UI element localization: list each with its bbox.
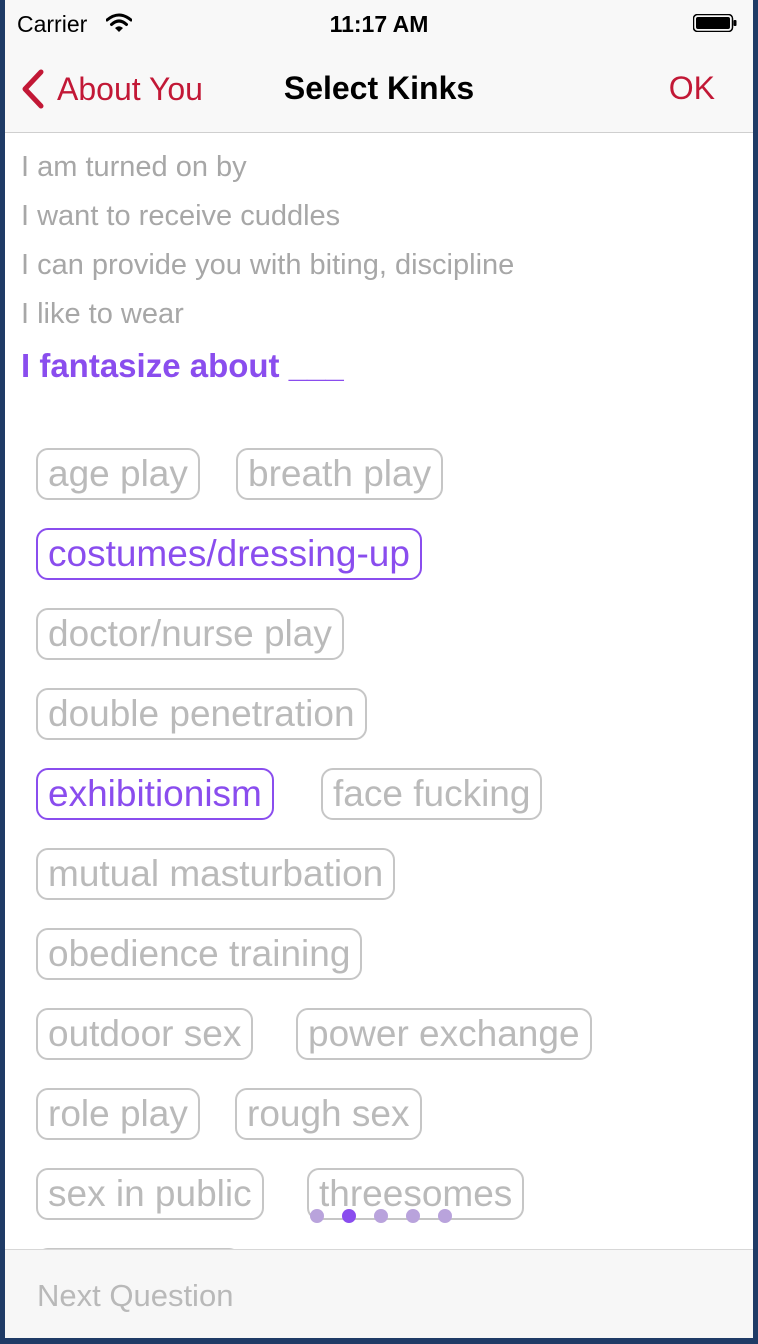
tag-age-play[interactable]: age play xyxy=(36,448,200,500)
prompt-turned-on[interactable]: I am turned on by xyxy=(21,146,741,195)
next-question-button[interactable]: Next Question xyxy=(37,1278,233,1314)
prompt-provide[interactable]: I can provide you with biting, disciplin… xyxy=(21,244,741,293)
prompt-list: I am turned on by I want to receive cudd… xyxy=(21,146,741,388)
page-indicator[interactable] xyxy=(310,1209,452,1223)
prompt-receive[interactable]: I want to receive cuddles xyxy=(21,195,741,244)
prompt-fantasize-active[interactable]: I fantasize about ___ xyxy=(21,344,741,388)
back-button-label: About You xyxy=(57,70,203,107)
tag-obedience-training[interactable]: obedience training xyxy=(36,928,363,980)
tag-face-fucking[interactable]: face fucking xyxy=(321,768,543,820)
tag-exhibitionism[interactable]: exhibitionism xyxy=(36,768,274,820)
page-dot xyxy=(310,1209,324,1223)
tag-doctor-nurse-play[interactable]: doctor/nurse play xyxy=(36,608,344,660)
tag-outdoor-sex[interactable]: outdoor sex xyxy=(36,1008,254,1060)
tag-breath-play[interactable]: breath play xyxy=(236,448,444,500)
navigation-bar: About You Select Kinks OK xyxy=(5,46,753,133)
bottom-bar: Next Question xyxy=(5,1249,753,1338)
status-bar: Carrier 11:17 AM xyxy=(5,0,753,46)
tag-costumes-dressing-up[interactable]: costumes/dressing-up xyxy=(36,528,422,580)
page-dot xyxy=(406,1209,420,1223)
chevron-left-icon xyxy=(22,69,44,109)
page-dot xyxy=(342,1209,356,1223)
tag-double-penetration[interactable]: double penetration xyxy=(36,688,367,740)
tag-role-play[interactable]: role play xyxy=(36,1088,200,1140)
page-dot xyxy=(438,1209,452,1223)
status-time: 11:17 AM xyxy=(329,11,429,37)
prompt-wear[interactable]: I like to wear xyxy=(21,293,741,342)
app-screen: Carrier 11:17 AM About You Select Kinks … xyxy=(5,0,753,1338)
page-dot xyxy=(374,1209,388,1223)
back-button[interactable]: About You xyxy=(19,66,203,112)
tag-mutual-masturbation[interactable]: mutual masturbation xyxy=(36,848,396,900)
tag-sex-in-public[interactable]: sex in public xyxy=(36,1168,264,1220)
ok-button[interactable]: OK xyxy=(669,70,715,107)
battery-icon xyxy=(693,14,737,32)
tag-power-exchange[interactable]: power exchange xyxy=(296,1008,592,1060)
tag-rough-sex[interactable]: rough sex xyxy=(235,1088,422,1140)
